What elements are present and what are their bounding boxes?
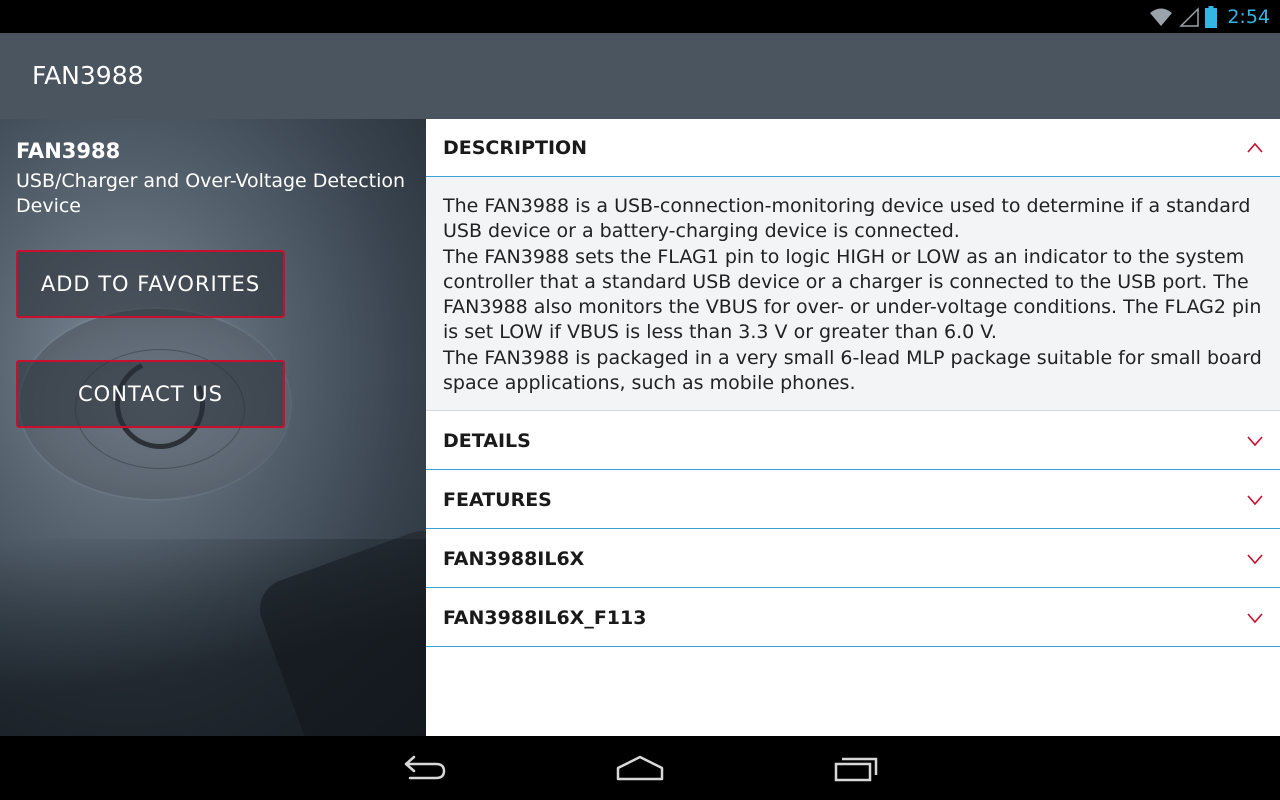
signal-icon: [1179, 6, 1200, 27]
accordion-title: DETAILS: [443, 430, 531, 452]
chevron-down-icon[interactable]: [1246, 609, 1264, 627]
description-body: The FAN3988 is a USB-connection-monitori…: [426, 177, 1280, 411]
status-bar: 2:54: [0, 0, 1280, 33]
accordion-header-description[interactable]: DESCRIPTION: [426, 119, 1280, 177]
chevron-down-icon[interactable]: [1246, 432, 1264, 450]
action-bar: FAN3988: [0, 33, 1280, 119]
accordion-title: FAN3988IL6X_F113: [443, 607, 647, 629]
battery-icon: [1205, 5, 1218, 28]
recent-apps-icon[interactable]: [832, 752, 882, 784]
status-icons: 2:54: [1149, 0, 1270, 33]
wifi-icon: [1150, 8, 1173, 26]
accordion-title: DESCRIPTION: [443, 137, 588, 159]
product-name: FAN3988: [16, 139, 121, 163]
add-to-favorites-button[interactable]: ADD TO FAVORITES: [16, 250, 285, 318]
home-icon[interactable]: [615, 752, 665, 784]
accordion-header-features[interactable]: FEATURES: [426, 471, 1280, 529]
page-title: FAN3988: [32, 61, 144, 90]
navigation-bar: [0, 736, 1280, 800]
accordion-header-details[interactable]: DETAILS: [426, 412, 1280, 470]
contact-us-button[interactable]: CONTACT US: [16, 360, 285, 428]
clock: 2:54: [1227, 5, 1270, 28]
accordion-panel: DESCRIPTION The FAN3988 is a USB-connect…: [426, 119, 1280, 736]
accordion-header-fan3988il6x-f113[interactable]: FAN3988IL6X_F113: [426, 589, 1280, 647]
product-description: USB/Charger and Over-Voltage Detection D…: [16, 170, 406, 217]
chevron-down-icon[interactable]: [1246, 550, 1264, 568]
background-shade: [0, 539, 426, 736]
accordion-header-fan3988il6x[interactable]: FAN3988IL6X: [426, 530, 1280, 588]
accordion-title: FEATURES: [443, 489, 552, 511]
description-paragraph: The FAN3988 is a USB-connection-monitori…: [443, 195, 1251, 243]
accordion-title: FAN3988IL6X: [443, 548, 585, 570]
description-paragraph: The FAN3988 is packaged in a very small …: [443, 346, 1262, 395]
back-icon[interactable]: [400, 752, 450, 784]
chevron-up-icon[interactable]: [1246, 139, 1264, 157]
description-paragraph: The FAN3988 sets the FLAG1 pin to logic …: [443, 245, 1262, 344]
product-hero-panel: FAN3988 USB/Charger and Over-Voltage Det…: [0, 119, 426, 736]
chevron-down-icon[interactable]: [1246, 491, 1264, 509]
